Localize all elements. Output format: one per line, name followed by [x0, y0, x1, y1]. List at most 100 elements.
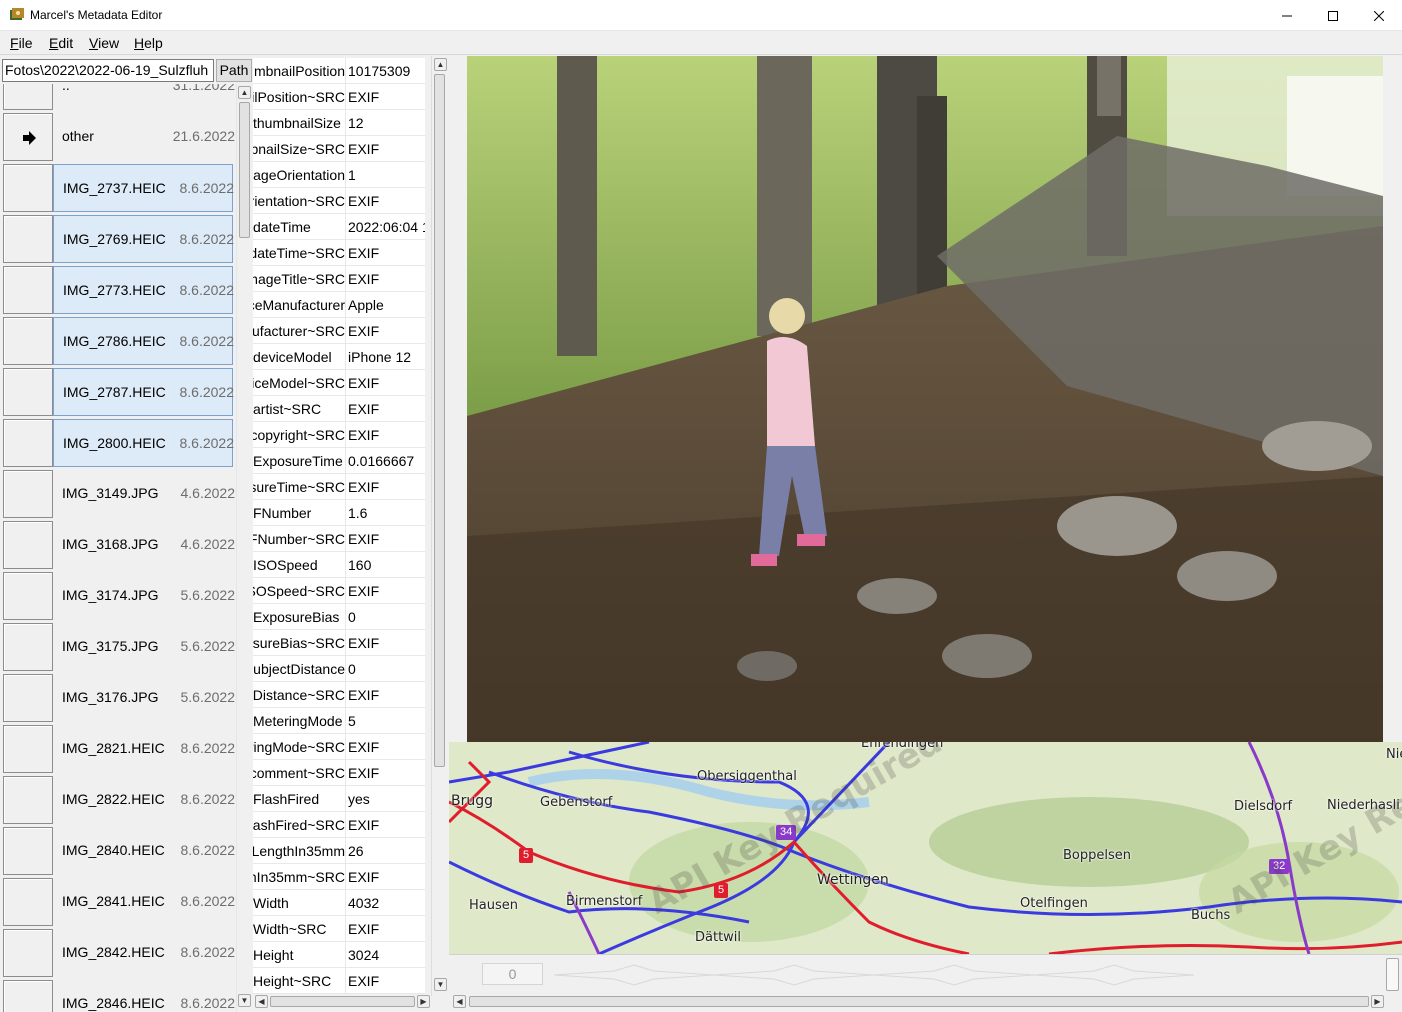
scrollbar-thumb[interactable]	[239, 102, 250, 238]
metadata-value[interactable]: 4032	[347, 890, 425, 916]
scroll-left-arrow-icon[interactable]: ◀	[453, 995, 466, 1008]
file-thumbnail[interactable]	[3, 929, 53, 977]
metadata-row[interactable]: comment~SRC EXIF	[253, 760, 425, 786]
file-name-cell[interactable]: IMG_3176.JPG 5.6.2022	[53, 674, 235, 722]
metadata-value[interactable]: EXIF	[347, 864, 425, 890]
metadata-value[interactable]: EXIF	[347, 812, 425, 838]
metadata-row[interactable]: FocalLengthIn35mm~SRCEXIF	[253, 864, 425, 890]
metadata-value[interactable]: 0	[347, 604, 425, 630]
metadata-value[interactable]: EXIF	[347, 682, 425, 708]
metadata-hscrollbar[interactable]: ◀ ▶	[253, 994, 431, 1009]
hscrollbar-thumb[interactable]	[469, 996, 1369, 1007]
metadata-row[interactable]: SubjectDistance~SRCEXIF	[253, 682, 425, 708]
file-thumbnail[interactable]	[3, 368, 53, 416]
metadata-row[interactable]: SubjectDistance 0	[253, 656, 425, 682]
metadata-row[interactable]: ISOSpeed 160	[253, 552, 425, 578]
scroll-up-arrow-icon[interactable]: ▲	[238, 86, 251, 99]
metadata-row[interactable]: DeviceManufacturerApple	[253, 292, 425, 318]
file-thumbnail[interactable]	[3, 623, 53, 671]
metadata-value[interactable]: 26	[347, 838, 425, 864]
file-list-scrollbar[interactable]: ▲ ▼	[236, 84, 252, 1012]
file-name-cell[interactable]: IMG_2769.HEIC 8.6.2022	[53, 215, 234, 263]
file-thumbnail[interactable]	[3, 113, 53, 161]
menu-help[interactable]: Help	[134, 35, 163, 51]
scroll-left-arrow-icon[interactable]: ◀	[255, 995, 268, 1008]
menu-view[interactable]: View	[89, 35, 119, 51]
file-name-cell[interactable]: other 21.6.2022	[53, 113, 235, 161]
file-name-cell[interactable]: IMG_2773.HEIC 8.6.2022	[53, 266, 234, 314]
file-list-item[interactable]: .. 31.1.2022	[2, 84, 235, 111]
file-name-cell[interactable]: IMG_3175.JPG 5.6.2022	[53, 623, 235, 671]
metadata-value[interactable]: yes	[347, 786, 425, 812]
metadata-row[interactable]: ISOSpeed~SRCEXIF	[253, 578, 425, 604]
metadata-row[interactable]: Width 4032	[253, 890, 425, 916]
metadata-row[interactable]: ImageOrientation1	[253, 162, 425, 188]
metadata-row[interactable]: DeviceManufacturer~SRCEXIF	[253, 318, 425, 344]
file-list-item[interactable]: IMG_2773.HEIC 8.6.2022	[2, 265, 234, 315]
file-thumbnail[interactable]	[3, 980, 53, 1012]
file-thumbnail[interactable]	[3, 827, 53, 875]
minimize-button[interactable]	[1264, 0, 1310, 31]
metadata-value[interactable]: 2022:06:04 12:20:04	[347, 214, 425, 240]
metadata-row[interactable]: Height 3024	[253, 942, 425, 968]
rating-stars-icon[interactable]	[554, 963, 1194, 987]
metadata-value[interactable]: EXIF	[347, 734, 425, 760]
metadata-value[interactable]: EXIF	[347, 578, 425, 604]
file-thumbnail[interactable]	[3, 419, 53, 467]
metadata-value[interactable]: EXIF	[347, 84, 425, 110]
file-list-item[interactable]: IMG_2786.HEIC 8.6.2022	[2, 316, 234, 366]
file-thumbnail[interactable]	[3, 317, 53, 365]
file-thumbnail[interactable]	[3, 572, 53, 620]
metadata-scrollbar[interactable]: ▲ ▼	[431, 56, 448, 996]
file-name-cell[interactable]: IMG_2841.HEIC 8.6.2022	[53, 878, 235, 926]
scroll-right-arrow-icon[interactable]: ▶	[1371, 995, 1384, 1008]
file-list-item[interactable]: IMG_2821.HEIC 8.6.2022	[2, 724, 235, 774]
scroll-right-arrow-icon[interactable]: ▶	[417, 995, 430, 1008]
file-list-item[interactable]: IMG_2841.HEIC 8.6.2022	[2, 877, 235, 927]
file-list-item[interactable]: IMG_3168.JPG 4.6.2022	[2, 520, 235, 570]
metadata-row[interactable]: deviceModel iPhone 12	[253, 344, 425, 370]
file-name-cell[interactable]: IMG_2821.HEIC 8.6.2022	[53, 725, 235, 773]
metadata-row[interactable]: ExposureBias~SRCEXIF	[253, 630, 425, 656]
file-name-cell[interactable]: IMG_2846.HEIC 8.6.2022	[53, 980, 235, 1012]
file-name-cell[interactable]: IMG_2787.HEIC 8.6.2022	[53, 368, 234, 416]
metadata-row[interactable]: FlashFired yes	[253, 786, 425, 812]
metadata-value[interactable]: EXIF	[347, 136, 425, 162]
metadata-row[interactable]: thumbnailSize 12	[253, 110, 425, 136]
file-name-cell[interactable]: IMG_2840.HEIC 8.6.2022	[53, 827, 235, 875]
metadata-row[interactable]: FNumber 1.6	[253, 500, 425, 526]
metadata-row[interactable]: dateTime 2022:06:04 12:20:04	[253, 214, 425, 240]
hscrollbar-thumb[interactable]	[270, 996, 415, 1007]
file-list-item[interactable]: IMG_2846.HEIC 8.6.2022	[2, 979, 235, 1012]
file-name-cell[interactable]: .. 31.1.2022	[53, 84, 235, 110]
file-thumbnail[interactable]	[3, 470, 53, 518]
rating-slider-handle[interactable]	[1386, 958, 1399, 991]
metadata-row[interactable]: MeteringMode 5	[253, 708, 425, 734]
metadata-value[interactable]: EXIF	[347, 318, 425, 344]
metadata-value[interactable]: EXIF	[347, 422, 425, 448]
file-thumbnail[interactable]	[3, 878, 53, 926]
metadata-row[interactable]: Width~SRC EXIF	[253, 916, 425, 942]
file-thumbnail[interactable]	[3, 725, 53, 773]
scrollbar-thumb[interactable]	[434, 74, 445, 767]
metadata-row[interactable]: dateTime~SRC EXIF	[253, 240, 425, 266]
metadata-row[interactable]: FocalLengthIn35mm26	[253, 838, 425, 864]
metadata-value[interactable]: 1.6	[347, 500, 425, 526]
metadata-row[interactable]: copyright~SRC EXIF	[253, 422, 425, 448]
file-list-item[interactable]: IMG_3175.JPG 5.6.2022	[2, 622, 235, 672]
file-thumbnail[interactable]	[3, 164, 53, 212]
metadata-value[interactable]: EXIF	[347, 396, 425, 422]
metadata-value[interactable]: 10175309	[347, 58, 425, 84]
metadata-row[interactable]: ThumbnailPosition10175309	[253, 58, 425, 84]
metadata-value[interactable]: 0.0166667	[347, 448, 425, 474]
file-name-cell[interactable]: IMG_2842.HEIC 8.6.2022	[53, 929, 235, 977]
metadata-row[interactable]: MeteringMode~SRCEXIF	[253, 734, 425, 760]
file-list-item[interactable]: IMG_2769.HEIC 8.6.2022	[2, 214, 234, 264]
metadata-row[interactable]: ExposureTime~SRCEXIF	[253, 474, 425, 500]
file-list-item[interactable]: IMG_2737.HEIC 8.6.2022	[2, 163, 234, 213]
file-thumbnail[interactable]	[3, 674, 53, 722]
file-thumbnail[interactable]	[3, 84, 53, 110]
file-name-cell[interactable]: IMG_2800.HEIC 8.6.2022	[53, 419, 234, 467]
file-name-cell[interactable]: IMG_2822.HEIC 8.6.2022	[53, 776, 235, 824]
file-name-cell[interactable]: IMG_3149.JPG 4.6.2022	[53, 470, 235, 518]
